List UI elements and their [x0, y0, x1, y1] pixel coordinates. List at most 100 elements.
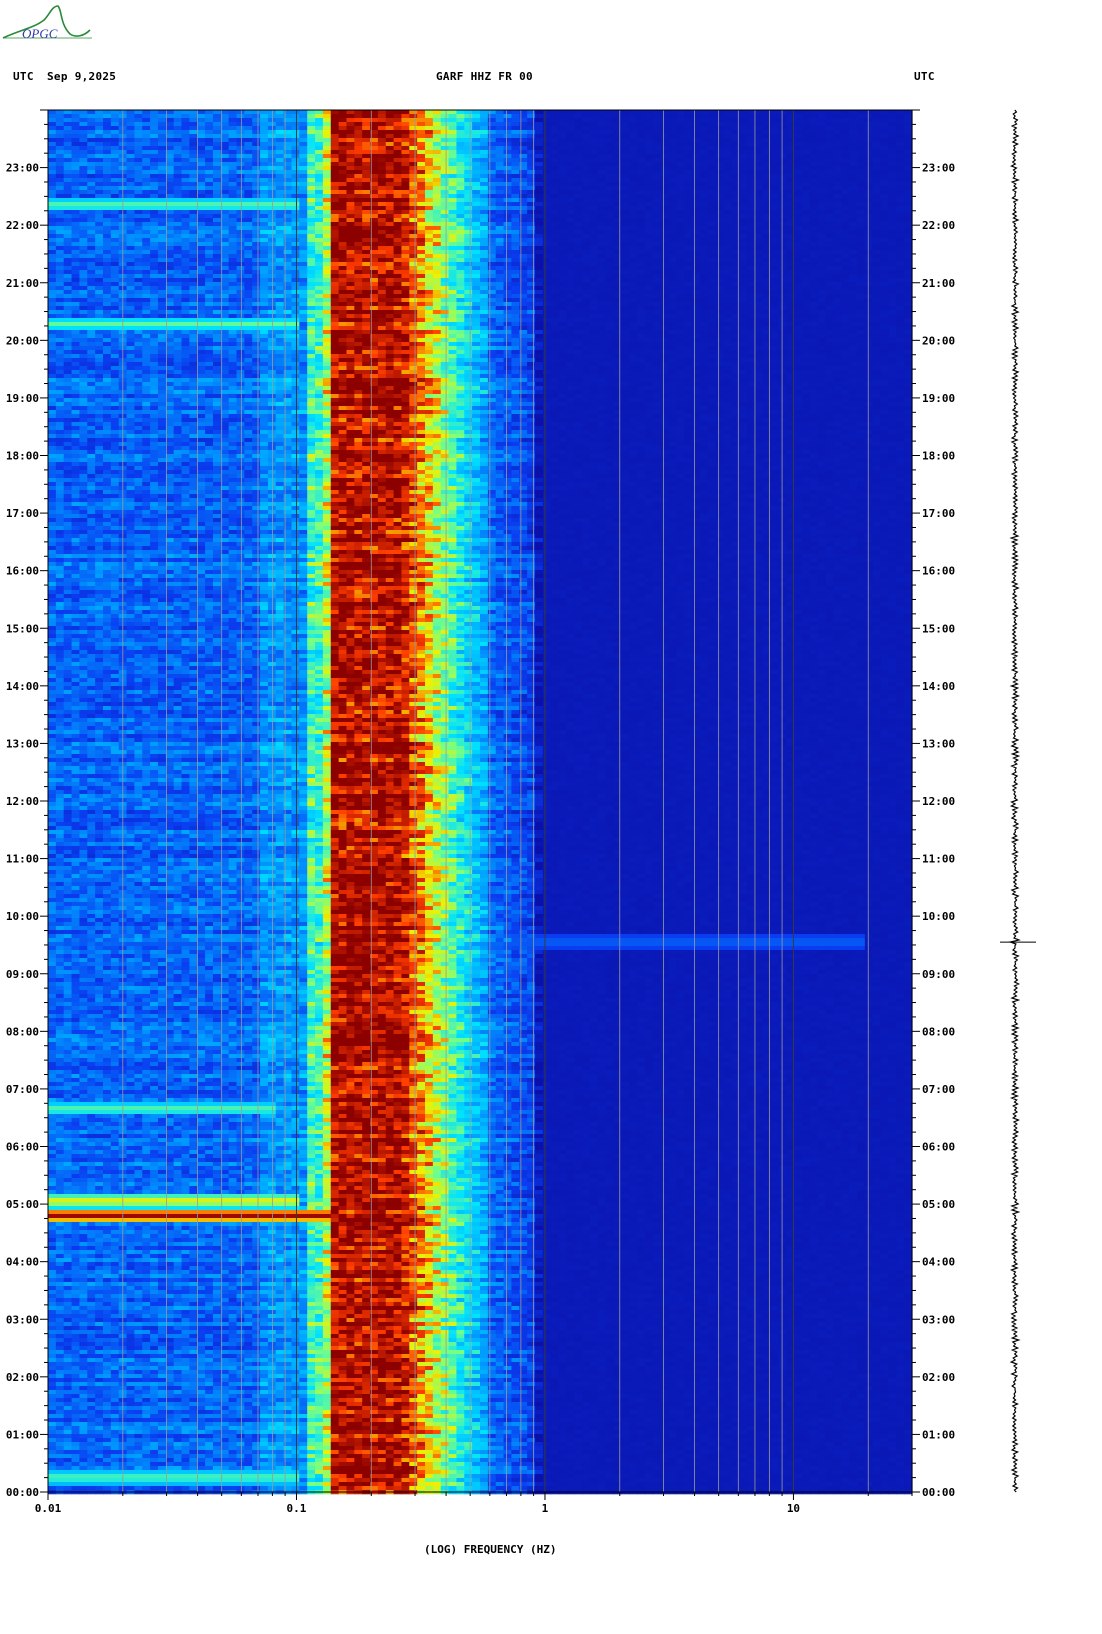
- heatmap-cell: [794, 270, 802, 274]
- heatmap-cell: [543, 254, 551, 258]
- heatmap-cell: [708, 202, 716, 206]
- heatmap-cell: [213, 234, 221, 238]
- heatmap-cell: [323, 286, 331, 290]
- heatmap-cell: [244, 234, 252, 238]
- heatmap-cell: [653, 270, 661, 274]
- heatmap-cell: [158, 230, 166, 234]
- heatmap-cell: [394, 122, 402, 126]
- heatmap-cell: [72, 214, 80, 218]
- heatmap-cell: [87, 178, 95, 182]
- heatmap-cell: [72, 242, 80, 246]
- heatmap-cell: [229, 242, 237, 246]
- heatmap-cell: [182, 266, 190, 270]
- heatmap-cell: [559, 242, 567, 246]
- heatmap-cell: [543, 178, 551, 182]
- heatmap-cell: [150, 126, 158, 130]
- heatmap-cell: [810, 226, 818, 230]
- heatmap-cell: [716, 194, 724, 198]
- heatmap-cell: [472, 254, 480, 258]
- heatmap-cell: [606, 242, 614, 246]
- heatmap-cell: [849, 254, 857, 258]
- heatmap-cell: [456, 222, 464, 226]
- heatmap-cell: [708, 178, 716, 182]
- heatmap-cell: [449, 270, 457, 274]
- heatmap-cell: [818, 114, 826, 118]
- heatmap-cell: [873, 122, 881, 126]
- heatmap-cell: [425, 270, 433, 274]
- heatmap-cell: [543, 206, 551, 210]
- heatmap-cell: [747, 142, 755, 146]
- heatmap-cell: [857, 162, 865, 166]
- heatmap-cell: [64, 162, 72, 166]
- heatmap-cell: [64, 250, 72, 254]
- heatmap-cell: [260, 186, 268, 190]
- heatmap-cell: [362, 158, 370, 162]
- heatmap-cell: [441, 266, 449, 270]
- heatmap-cell: [716, 218, 724, 222]
- heatmap-cell: [582, 178, 590, 182]
- heatmap-cell: [763, 250, 771, 254]
- heatmap-cell: [331, 110, 339, 114]
- heatmap-cell: [213, 270, 221, 274]
- heatmap-cell: [409, 118, 417, 122]
- heatmap-cell: [441, 238, 449, 242]
- heatmap-cell: [346, 202, 354, 206]
- heatmap-cell: [449, 246, 457, 250]
- heatmap-cell: [394, 214, 402, 218]
- heatmap-cell: [723, 214, 731, 218]
- heatmap-cell: [276, 234, 284, 238]
- heatmap-cell: [763, 286, 771, 290]
- heatmap-cell: [511, 182, 519, 186]
- heatmap-cell: [865, 190, 873, 194]
- heatmap-cell: [315, 142, 323, 146]
- heatmap-cell: [676, 202, 684, 206]
- heatmap-cell: [778, 254, 786, 258]
- heatmap-cell: [551, 266, 559, 270]
- heatmap-cell: [456, 158, 464, 162]
- heatmap-cell: [535, 278, 543, 282]
- heatmap-cell: [480, 186, 488, 190]
- heatmap-cell: [826, 190, 834, 194]
- heatmap-cell: [307, 246, 315, 250]
- heatmap-cell: [103, 198, 111, 202]
- heatmap-cell: [166, 230, 174, 234]
- heatmap-cell: [504, 158, 512, 162]
- heatmap-cell: [504, 134, 512, 138]
- heatmap-cell: [260, 246, 268, 250]
- heatmap-cell: [810, 270, 818, 274]
- heatmap-cell: [590, 158, 598, 162]
- heatmap-cell: [849, 126, 857, 130]
- heatmap-cell: [213, 250, 221, 254]
- heatmap-cell: [464, 262, 472, 266]
- heatmap-cell: [818, 202, 826, 206]
- heatmap-cell: [394, 254, 402, 258]
- heatmap-cell: [708, 262, 716, 266]
- heatmap-cell: [205, 210, 213, 214]
- heatmap-cell: [511, 178, 519, 182]
- heatmap-cell: [755, 122, 763, 126]
- heatmap-cell: [708, 258, 716, 262]
- heatmap-cell: [582, 150, 590, 154]
- heatmap-cell: [653, 122, 661, 126]
- heatmap-cell: [865, 282, 873, 286]
- heatmap-cell: [873, 134, 881, 138]
- heatmap-cell: [386, 226, 394, 230]
- heatmap-cell: [189, 254, 197, 258]
- heatmap-cell: [833, 146, 841, 150]
- heatmap-cell: [464, 178, 472, 182]
- heatmap-cell: [87, 194, 95, 198]
- heatmap-cell: [449, 178, 457, 182]
- heatmap-cell: [197, 142, 205, 146]
- heatmap-cell: [480, 254, 488, 258]
- heatmap-cell: [559, 166, 567, 170]
- heatmap-cell: [56, 114, 64, 118]
- heatmap-cell: [401, 114, 409, 118]
- heatmap-cell: [386, 198, 394, 202]
- heatmap-cell: [252, 258, 260, 262]
- heatmap-cell: [197, 254, 205, 258]
- heatmap-cell: [716, 166, 724, 170]
- heatmap-cell: [166, 266, 174, 270]
- heatmap-cell: [763, 158, 771, 162]
- heatmap-cell: [323, 262, 331, 266]
- heatmap-cell: [881, 110, 889, 114]
